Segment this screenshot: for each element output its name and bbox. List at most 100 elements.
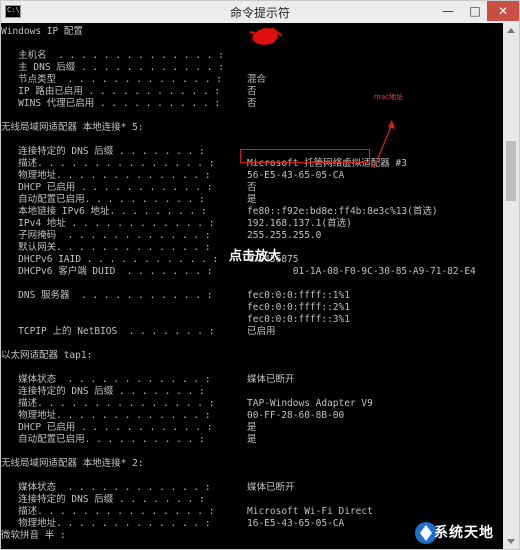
console-line: TCPIP 上的 NetBIOS . . . . . . . : 已启用 [1, 326, 503, 337]
redaction-scribble [249, 27, 283, 45]
scroll-thumb[interactable] [506, 141, 516, 201]
console-line-value: fec0:0:0:ffff::1%1 [247, 290, 350, 301]
console-line-value: 已启用 [247, 326, 276, 337]
console-line-value: 媒体已断开 [247, 482, 295, 493]
console-line: 描述. . . . . . . . . . . . . . . : TAP-Win… [1, 398, 503, 409]
console-line-value: 是 [247, 194, 257, 205]
console-line: 自动配置已启用. . . . . . . . . . : 是 [1, 434, 503, 445]
console-line-value: TAP-Windows Adapter V9 [247, 398, 373, 409]
console-line: DNS 服务器 . . . . . . . . . . . : fec0:0:0:… [1, 290, 503, 301]
console-line-value: 是 [247, 434, 257, 445]
console-line-label: 节点类型 . . . . . . . . . . . . . : [1, 74, 223, 85]
console-line-value: 255.255.255.0 [247, 230, 322, 241]
console-line-label: 物理地址. . . . . . . . . . . . . : [1, 518, 211, 529]
console-line-label: 微软拼音 半 : [1, 530, 66, 541]
console-line-label: TCPIP 上的 NetBIOS . . . . . . . : [1, 326, 215, 337]
console-line: WINS 代理已启用 . . . . . . . . . . : 否 [1, 98, 503, 109]
console-output[interactable]: Windows IP 配置 主机名 . . . . . . . . . . . … [1, 23, 503, 549]
console-line-value: 否 [247, 86, 257, 97]
console-line: DHCP 已启用 . . . . . . . . . . . : 否 [1, 182, 503, 193]
console-line-label: WINS 代理已启用 . . . . . . . . . . : [1, 98, 221, 109]
console-line-label: 无线局域网适配器 本地连接* 5: [1, 122, 144, 133]
console-line: DHCP 已启用 . . . . . . . . . . . : 是 [1, 422, 503, 433]
console-line: DHCPv6 客户端 DUID . . . . . . . : 01-1A-08… [1, 266, 503, 277]
console-line-value: 是 [247, 422, 257, 433]
close-button[interactable]: ✕ [487, 1, 519, 21]
console-line-label: Windows IP 配置 [1, 26, 83, 37]
console-line-label: 连接特定的 DNS 后缀 . . . . . . . : [1, 146, 205, 157]
console-line-value: 16-E5-43-65-05-CA [247, 518, 345, 529]
console-line-label: 描述. . . . . . . . . . . . . . . : [1, 398, 215, 409]
console-line-label: 子网掩码 . . . . . . . . . . . . : [1, 230, 211, 241]
console-line-label: 物理地址. . . . . . . . . . . . . : [1, 170, 211, 181]
console-line-label: DHCPv6 IAID . . . . . . . . . . . : [1, 254, 219, 265]
console-line-value: 否 [247, 182, 257, 193]
console-line: 物理地址. . . . . . . . . . . . . : 00-FF-28-… [1, 410, 503, 421]
console-line-value: Microsoft Wi-Fi Direct [247, 506, 373, 517]
console-line: 连接特定的 DNS 后缀 . . . . . . . : [1, 494, 503, 505]
mac-address-annotation: mac地址 [374, 93, 403, 101]
console-line: 物理地址. . . . . . . . . . . . . : 56-E5-43-… [1, 170, 503, 181]
console-line-label: IP 路由已启用 . . . . . . . . . . . : [1, 86, 221, 97]
console-line-label: DHCP 已启用 . . . . . . . . . . . : [1, 422, 213, 433]
console-line: IPv4 地址 . . . . . . . . . . . . : 192.168… [1, 218, 503, 229]
console-line-label: 连接特定的 DNS 后缀 . . . . . . . : [1, 386, 205, 397]
console-line-label: 自动配置已启用. . . . . . . . . . : [1, 434, 205, 445]
console-line-value: 56-E5-43-65-05-CA [247, 170, 345, 181]
console-line-label: 以太网适配器 tap1: [1, 350, 93, 361]
title-bar[interactable]: C:\ 命令提示符 — □ ✕ [1, 1, 519, 23]
console-line: 自动配置已启用. . . . . . . . . . : 是 [1, 194, 503, 205]
console-line: 本地链接 IPv6 地址. . . . . . . . : fe80::f92e:… [1, 206, 503, 217]
console-line-label: 默认网关. . . . . . . . . . . . . : [1, 242, 211, 253]
console-line-label: 连接特定的 DNS 后缀 . . . . . . . : [1, 494, 205, 505]
console-line-value: 混合 [247, 74, 267, 85]
console-line: fec0:0:0:ffff::3%1 [1, 314, 503, 325]
console-line-label: IPv4 地址 . . . . . . . . . . . . : [1, 218, 215, 229]
console-line-label: 自动配置已启用. . . . . . . . . . : [1, 194, 205, 205]
console-line-label: 无线局域网适配器 本地连接* 2: [1, 458, 144, 469]
console-line-label: 主机名 . . . . . . . . . . . . . . : [1, 50, 224, 61]
console-line: fec0:0:0:ffff::2%1 [1, 302, 503, 313]
console-line-value: fe80::f92e:bd8e:ff4b:8e3c%13(首选) [247, 206, 438, 217]
console-line-label: 本地链接 IPv6 地址. . . . . . . . : [1, 206, 207, 217]
console-line-value: 192.168.137.1(首选) [247, 218, 352, 229]
console-line-label: 媒体状态 . . . . . . . . . . . . : [1, 482, 211, 493]
console-line: 无线局域网适配器 本地连接* 5: [1, 122, 503, 133]
click-to-zoom-label[interactable]: 点击放大 [229, 245, 281, 264]
console-line-label: 媒体状态 . . . . . . . . . . . . : [1, 374, 211, 385]
mac-address-highlight-box [240, 149, 370, 163]
maximize-button[interactable]: □ [461, 1, 489, 21]
console-line-value: 01-1A-08-F0-9C-30-85-A9-71-82-E4 [247, 266, 476, 277]
console-line-value: 媒体已断开 [247, 374, 295, 385]
console-line-label: 主 DNS 后缀 . . . . . . . . . . . . : [1, 62, 224, 73]
minimize-button[interactable]: — [434, 1, 462, 21]
console-line-value: fec0:0:0:ffff::3%1 [247, 314, 350, 325]
console-line: 子网掩码 . . . . . . . . . . . . : 255.255.25… [1, 230, 503, 241]
console-line: 以太网适配器 tap1: [1, 350, 503, 361]
console-line: 媒体状态 . . . . . . . . . . . . : 媒体已断开 [1, 482, 503, 493]
console-line: 媒体状态 . . . . . . . . . . . . : 媒体已断开 [1, 374, 503, 385]
console-line: 节点类型 . . . . . . . . . . . . . : 混合 [1, 74, 503, 85]
console-line: 主机名 . . . . . . . . . . . . . . : [1, 50, 503, 61]
vertical-scrollbar[interactable] [503, 23, 519, 549]
console-line: 无线局域网适配器 本地连接* 2: [1, 458, 503, 469]
watermark-brand: 系统天地 [434, 525, 494, 541]
console-line-label: DNS 服务器 . . . . . . . . . . . : [1, 290, 213, 301]
console-line-label: 物理地址. . . . . . . . . . . . . : [1, 410, 211, 421]
console-line-label: DHCPv6 客户端 DUID . . . . . . . : [1, 266, 213, 277]
annotation-arrow-icon [373, 120, 395, 169]
command-prompt-window: C:\ 命令提示符 — □ ✕ Windows IP 配置 主机名 . . . … [0, 0, 520, 550]
console-line: IP 路由已启用 . . . . . . . . . . . : 否 [1, 86, 503, 97]
console-line-value: fec0:0:0:ffff::2%1 [247, 302, 350, 313]
console-line-value: 否 [247, 98, 257, 109]
scroll-up-icon[interactable] [507, 28, 515, 33]
console-line-value: 00-FF-28-60-8B-00 [247, 410, 345, 421]
console-line-label: 描述. . . . . . . . . . . . . . . : [1, 506, 215, 517]
console-line-label: 描述. . . . . . . . . . . . . . . : [1, 158, 215, 169]
